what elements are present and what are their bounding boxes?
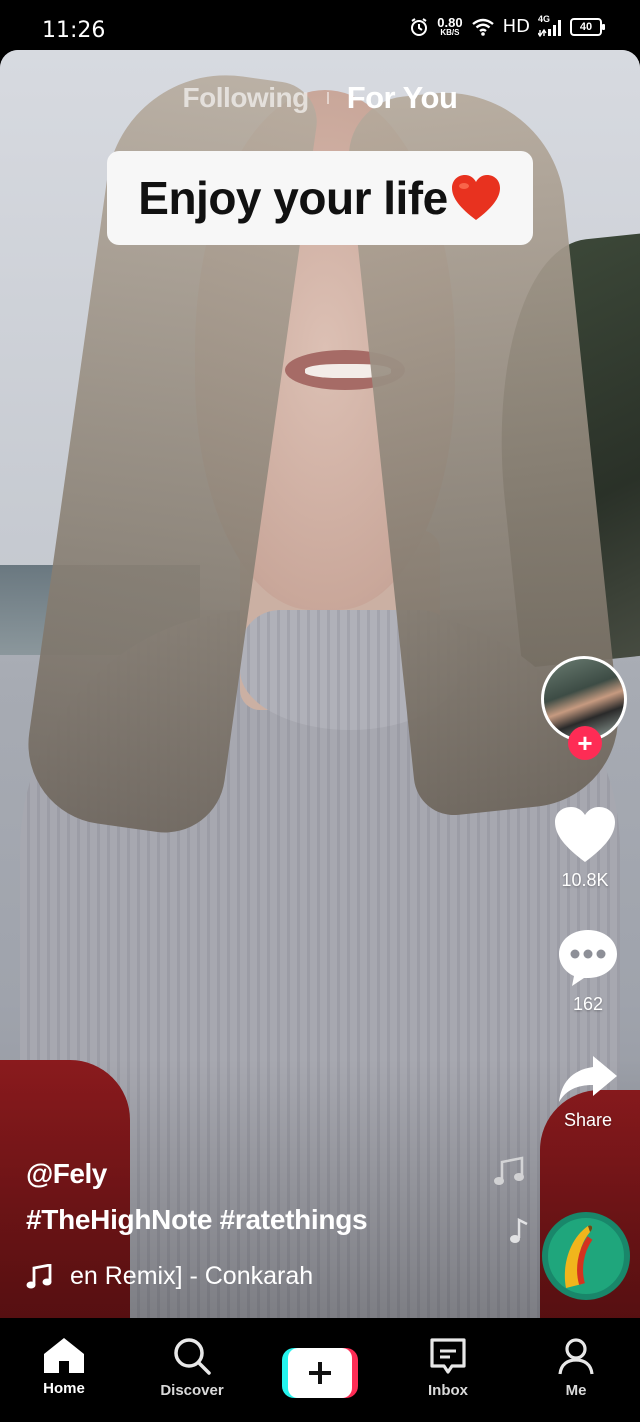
- hd-indicator: HD: [502, 16, 530, 37]
- nav-discover[interactable]: Discover: [128, 1318, 256, 1422]
- share-icon: [559, 1056, 617, 1102]
- caption-sticker: Enjoy your life: [107, 151, 533, 245]
- music-disc-button[interactable]: [542, 1212, 630, 1300]
- nav-me[interactable]: Me: [512, 1318, 640, 1422]
- battery-icon: 40: [570, 17, 605, 36]
- tab-divider: [326, 92, 329, 104]
- nav-home[interactable]: Home: [0, 1318, 128, 1422]
- nav-discover-label: Discover: [160, 1382, 224, 1399]
- alarm-icon: [411, 17, 428, 36]
- signal-icon: 4G: [538, 14, 562, 37]
- home-icon: [44, 1338, 84, 1373]
- feed-tabs: Following For You: [0, 80, 640, 116]
- music-note-icon: [26, 1263, 52, 1288]
- inbox-icon: [430, 1338, 466, 1374]
- plus-icon: [309, 1362, 331, 1384]
- music-info[interactable]: en Remix] - Conkarah: [26, 1262, 360, 1291]
- heart-emoji-icon: [451, 175, 500, 220]
- status-icons: 0.80 KB/S HD 4G 40: [409, 14, 605, 37]
- share-button[interactable]: Share: [543, 1054, 633, 1131]
- wifi-icon: [471, 18, 494, 36]
- share-label: Share: [563, 1110, 613, 1130]
- like-count: 10.8K: [561, 870, 609, 890]
- search-icon: [174, 1338, 211, 1375]
- status-bar: 11:26 0.80 KB/S HD 4G 40: [0, 0, 640, 50]
- post-hashtags[interactable]: #TheHighNote #ratethings: [26, 1204, 368, 1236]
- album-art-icon: [564, 1225, 593, 1288]
- music-title: en Remix] - Conkarah: [70, 1262, 314, 1290]
- follow-plus-button[interactable]: +: [568, 726, 602, 760]
- profile-icon: [558, 1338, 594, 1375]
- tab-for-you[interactable]: For You: [347, 80, 458, 116]
- nav-inbox-label: Inbox: [428, 1382, 468, 1399]
- like-button[interactable]: 10.8K: [540, 806, 630, 891]
- music-note-float-icon: [494, 1156, 524, 1185]
- nav-home-label: Home: [43, 1380, 85, 1397]
- create-button[interactable]: [282, 1348, 358, 1398]
- tab-following[interactable]: Following: [183, 82, 310, 114]
- creator-username[interactable]: @Fely: [26, 1158, 107, 1190]
- bottom-nav: Home Discover Inbox Me: [0, 1318, 640, 1422]
- comment-button[interactable]: 162: [543, 928, 633, 1015]
- heart-icon: [555, 807, 615, 862]
- caption-text: Enjoy your life: [138, 172, 448, 224]
- nav-create[interactable]: [256, 1318, 384, 1422]
- comment-count: 162: [572, 994, 604, 1014]
- nav-me-label: Me: [565, 1382, 587, 1399]
- status-time: 11:26: [42, 18, 106, 43]
- nav-inbox[interactable]: Inbox: [384, 1318, 512, 1422]
- comment-icon: [559, 930, 617, 986]
- network-speed: 0.80 KB/S: [437, 15, 463, 37]
- creator-avatar-button[interactable]: +: [541, 656, 629, 760]
- music-note-small-icon: [510, 1218, 528, 1243]
